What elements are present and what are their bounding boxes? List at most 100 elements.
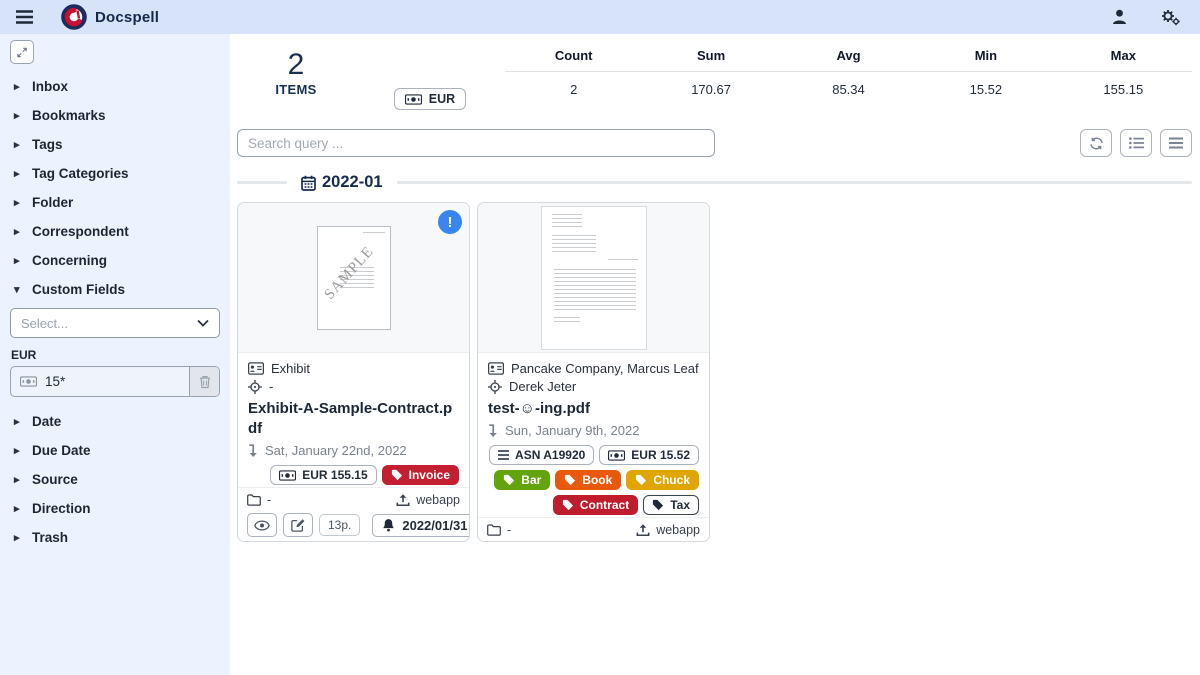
crosshair-icon	[488, 380, 502, 394]
document-preview: SAMPLE	[317, 226, 391, 330]
tag-badge: Invoice	[382, 465, 459, 485]
preview-eye-icon[interactable]	[247, 513, 277, 537]
stats-section: 2 ITEMS Count Sum Avg Min Max EUR 2 170.…	[237, 42, 1192, 120]
expand-icon[interactable]	[10, 40, 34, 64]
sidebar-item-label: Concerning	[32, 253, 107, 268]
app-logo-icon[interactable]	[61, 4, 87, 30]
sidebar-item-label: Tag Categories	[32, 166, 129, 181]
tag-icon	[503, 474, 515, 486]
sidebar-item-trash[interactable]: ▸Trash	[10, 523, 220, 552]
sidebar-item-label: Folder	[32, 195, 73, 210]
arrow-down-icon	[488, 424, 498, 438]
card-footer: - webapp 1p.	[478, 517, 709, 542]
sidebar-item-bookmarks[interactable]: ▸Bookmarks	[10, 101, 220, 130]
tag-icon	[391, 469, 403, 481]
sidebar-item-folder[interactable]: ▸ Folder	[10, 188, 220, 217]
caret-right-icon: ▸	[14, 138, 22, 151]
thumbnail-text-block	[554, 269, 636, 313]
stats-table: Count Sum Avg Min Max EUR 2 170.67 85.34…	[355, 42, 1192, 120]
sidebar-item-label: Correspondent	[32, 224, 129, 239]
folder-name: -	[507, 523, 511, 537]
upload-icon	[636, 523, 650, 537]
item-card[interactable]: Pancake Company, Marcus Leaf Derek Jeter…	[477, 202, 710, 542]
main-content: 2 ITEMS Count Sum Avg Min Max EUR 2 170.…	[230, 34, 1200, 675]
compact-view-icon[interactable]	[1160, 129, 1192, 157]
tag-badge: Chuck	[626, 470, 699, 490]
sidebar-item-direction[interactable]: ▸Direction	[10, 494, 220, 523]
address-card-icon	[488, 362, 504, 375]
stats-value-min: 15.52	[917, 72, 1054, 120]
custom-field-value-input[interactable]	[43, 367, 189, 396]
chevron-down-icon	[197, 319, 209, 327]
folder-icon	[487, 524, 501, 536]
amount-value: EUR 155.15	[302, 468, 367, 482]
sidebar-item-custom-fields[interactable]: ▾Custom Fields	[10, 275, 220, 304]
list-view-icon[interactable]	[1120, 129, 1152, 157]
caret-right-icon: ▸	[14, 80, 22, 93]
concerning-row: -	[248, 378, 459, 395]
correspondent-row: Pancake Company, Marcus Leaf	[488, 360, 699, 377]
tag-label: Bar	[521, 473, 541, 487]
sidebar-item-label: Due Date	[32, 443, 91, 458]
currency-filter-button[interactable]: EUR	[394, 88, 466, 110]
source-name: webapp	[416, 493, 460, 507]
refresh-icon[interactable]	[1080, 129, 1112, 157]
select-placeholder: Select...	[21, 316, 68, 331]
sidebar-item-date[interactable]: ▸Date	[10, 407, 220, 436]
sidebar-item-label: Bookmarks	[32, 108, 106, 123]
app-title[interactable]: Docspell	[95, 9, 159, 26]
caret-right-icon: ▸	[14, 254, 22, 267]
thumbnail-text-line	[608, 259, 638, 262]
document-preview	[541, 206, 647, 350]
sidebar-item-due-date[interactable]: ▸Due Date	[10, 436, 220, 465]
sidebar-item-correspondent[interactable]: ▸Correspondent	[10, 217, 220, 246]
sidebar-item-concerning[interactable]: ▸ Concerning	[10, 246, 220, 275]
list-icon	[498, 450, 509, 460]
tag-icon	[562, 499, 574, 511]
sidebar-item-source[interactable]: ▸Source	[10, 465, 220, 494]
sidebar-item-tags[interactable]: ▸ Tags	[10, 130, 220, 159]
item-date-row: Sun, January 9th, 2022	[488, 422, 699, 439]
caret-right-icon: ▸	[14, 196, 22, 209]
item-title: Exhibit-A-Sample-Contract.pdf	[248, 399, 459, 439]
tag-icon	[564, 474, 576, 486]
stats-value-avg: 85.34	[780, 72, 917, 120]
menu-icon[interactable]	[14, 8, 35, 26]
sidebar-item-label: Tags	[32, 137, 63, 152]
folder-icon	[247, 494, 261, 506]
due-date-value: 2022/01/31	[402, 518, 467, 533]
amount-value: EUR 15.52	[631, 448, 690, 462]
item-card[interactable]: SAMPLE ! Exhibit - Exhibit-A-Sample-Cont…	[237, 202, 470, 542]
item-title: test-☺-ing.pdf	[488, 399, 699, 419]
gear-icon[interactable]	[1155, 7, 1186, 28]
custom-field-select[interactable]: Select...	[10, 308, 220, 338]
thumbnail-text-block	[552, 235, 596, 253]
search-section	[237, 129, 1192, 157]
items-count-number: 2	[237, 50, 355, 80]
tag-icon	[652, 499, 664, 511]
topbar: Docspell	[0, 0, 1200, 34]
source-row: webapp	[636, 523, 700, 537]
sidebar-item-tag-categories[interactable]: ▸Tag Categories	[10, 159, 220, 188]
search-input[interactable]	[237, 129, 715, 157]
item-date: Sat, January 22nd, 2022	[265, 442, 407, 459]
sidebar-item-label: Direction	[32, 501, 91, 516]
info-icon[interactable]: !	[438, 210, 462, 234]
card-footer: - webapp 13p.	[238, 487, 469, 542]
amount-badge: EUR 155.15	[270, 465, 376, 485]
thumbnail-text-block	[554, 317, 580, 325]
sidebar-item-label: Trash	[32, 530, 68, 545]
trash-icon[interactable]	[189, 367, 219, 396]
custom-field-input-group	[10, 366, 220, 397]
stats-currency-cell: EUR	[355, 72, 505, 120]
tag-label: Chuck	[653, 473, 690, 487]
currency-label: EUR	[429, 92, 455, 106]
concerning-name: -	[269, 378, 273, 395]
stats-header-count: Count	[505, 42, 642, 72]
edit-icon[interactable]	[283, 513, 313, 537]
sidebar-item-inbox[interactable]: ▸Inbox	[10, 72, 220, 101]
items-count-label: ITEMS	[237, 82, 355, 97]
custom-field-label: EUR	[11, 348, 220, 362]
source-row: webapp	[396, 493, 460, 507]
user-icon[interactable]	[1106, 7, 1133, 27]
